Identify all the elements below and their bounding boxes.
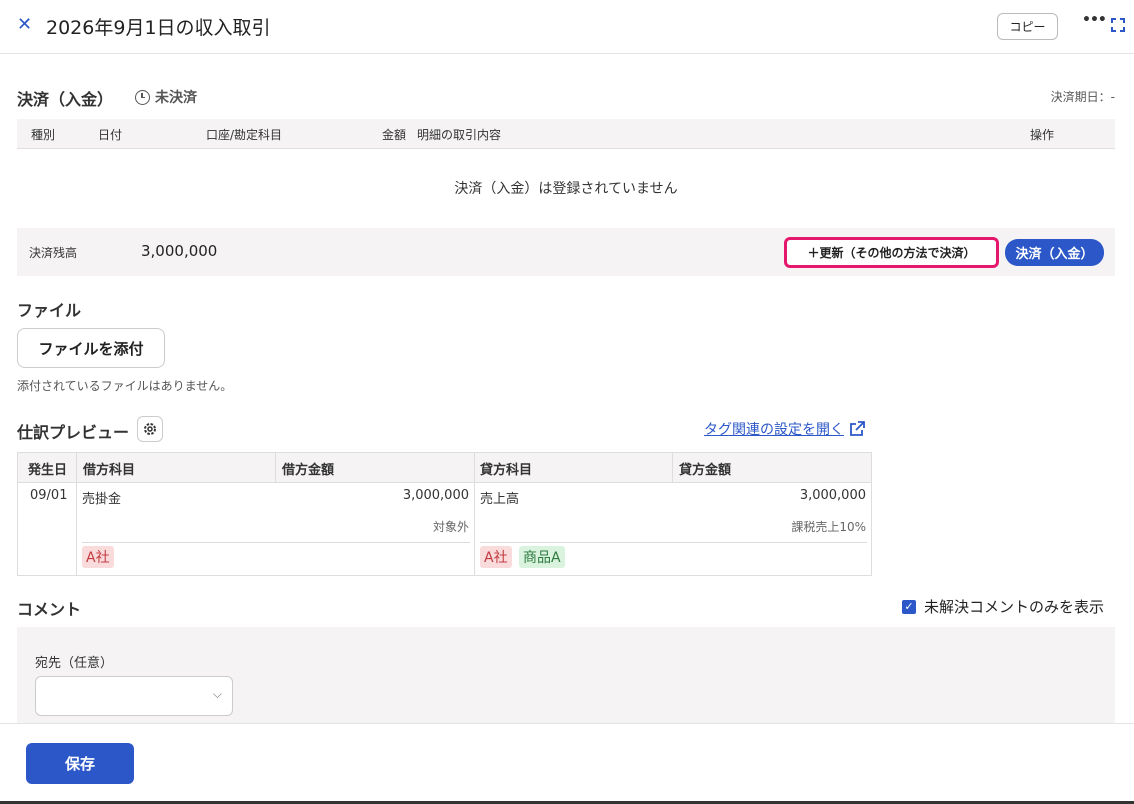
settlement-table-header: 種別 日付 口座/勘定科目 金額 明細の取引内容 操作: [17, 119, 1115, 149]
clock-icon: [135, 89, 150, 105]
debit-tax: 対象外: [432, 520, 469, 534]
unresolved-only-toggle[interactable]: ✓ 未解決コメントのみを表示: [902, 596, 1104, 617]
footer: 保存: [0, 723, 1134, 804]
balance-value: 3,000,000: [141, 242, 218, 260]
journal-title: 仕訳プレビュー: [17, 423, 130, 442]
more-icon[interactable]: •••: [1082, 12, 1107, 28]
settlement-title: 決済（入金）: [17, 90, 114, 109]
balance-row: 決済残高 3,000,000 ＋更新（その他の方法で決済） 決済（入金）: [17, 228, 1115, 276]
tag-settings-link[interactable]: タグ関連の設定を開く: [704, 419, 866, 439]
col-credit-account: 貸方科目: [480, 463, 533, 478]
dest-label: 宛先（任意）: [35, 656, 114, 671]
credit-tag-item: 商品A: [519, 546, 565, 568]
settlement-status: 未決済: [135, 87, 197, 107]
credit-tax: 課税売上10%: [791, 520, 866, 534]
tag-settings-link-label: タグ関連の設定を開く: [704, 422, 844, 438]
file-title: ファイル: [17, 301, 82, 320]
journal-date: 09/01: [30, 488, 68, 503]
journal-table-header: 発生日 借方科目 借方金額 貸方科目 貸方金額: [18, 453, 871, 483]
col-type: 種別: [31, 128, 56, 142]
credit-tag-partner: A社: [480, 546, 512, 568]
debit-tag-partner: A社: [82, 546, 114, 568]
col-account: 口座/勘定科目: [206, 128, 283, 142]
balance-label: 決済残高: [29, 246, 78, 260]
gear-icon[interactable]: [137, 416, 163, 442]
journal-table: 発生日 借方科目 借方金額 貸方科目 貸方金額 09/01 売掛金 3,000,…: [17, 452, 872, 576]
debit-amount: 3,000,000: [402, 488, 469, 503]
col-debit-amount: 借方金額: [282, 463, 335, 478]
credit-amount: 3,000,000: [799, 488, 866, 503]
page-title: 2026年9月1日の収入取引: [46, 17, 271, 39]
status-text: 未決済: [155, 90, 197, 106]
col-amount: 金額: [382, 128, 407, 142]
comment-title: コメント: [17, 600, 82, 619]
col-date: 日付: [98, 128, 123, 142]
unresolved-label: 未解決コメントのみを表示: [924, 598, 1105, 616]
settle-button[interactable]: 決済（入金）: [1005, 239, 1104, 266]
col-operation: 操作: [1030, 128, 1055, 142]
close-icon[interactable]: ✕: [17, 14, 32, 35]
save-button[interactable]: 保存: [26, 743, 134, 784]
expand-icon[interactable]: [1111, 18, 1125, 32]
dest-select[interactable]: ⌵: [35, 676, 233, 716]
col-occurred: 発生日: [28, 463, 68, 478]
empty-message: 決済（入金）は登録されていません: [454, 181, 678, 197]
unresolved-checkbox[interactable]: ✓: [902, 599, 916, 614]
external-link-icon: [850, 421, 865, 436]
debit-account: 売掛金: [82, 492, 122, 507]
chevron-down-icon: ⌵: [212, 687, 222, 701]
col-credit-amount: 貸方金額: [679, 463, 732, 478]
dialog-header: ✕ 2026年9月1日の収入取引 コピー •••: [0, 0, 1134, 54]
credit-account: 売上高: [480, 492, 520, 507]
no-files-text: 添付されているファイルはありません。: [17, 379, 233, 393]
comment-box: 宛先（任意） ⌵: [17, 627, 1115, 723]
col-description: 明細の取引内容: [417, 128, 502, 142]
col-debit-account: 借方科目: [83, 463, 136, 478]
copy-button[interactable]: コピー: [997, 13, 1058, 40]
attach-file-button[interactable]: ファイルを添付: [17, 328, 165, 368]
update-other-method-button[interactable]: ＋更新（その他の方法で決済）: [784, 237, 999, 268]
due-date: 決済期日：-: [1050, 90, 1115, 104]
